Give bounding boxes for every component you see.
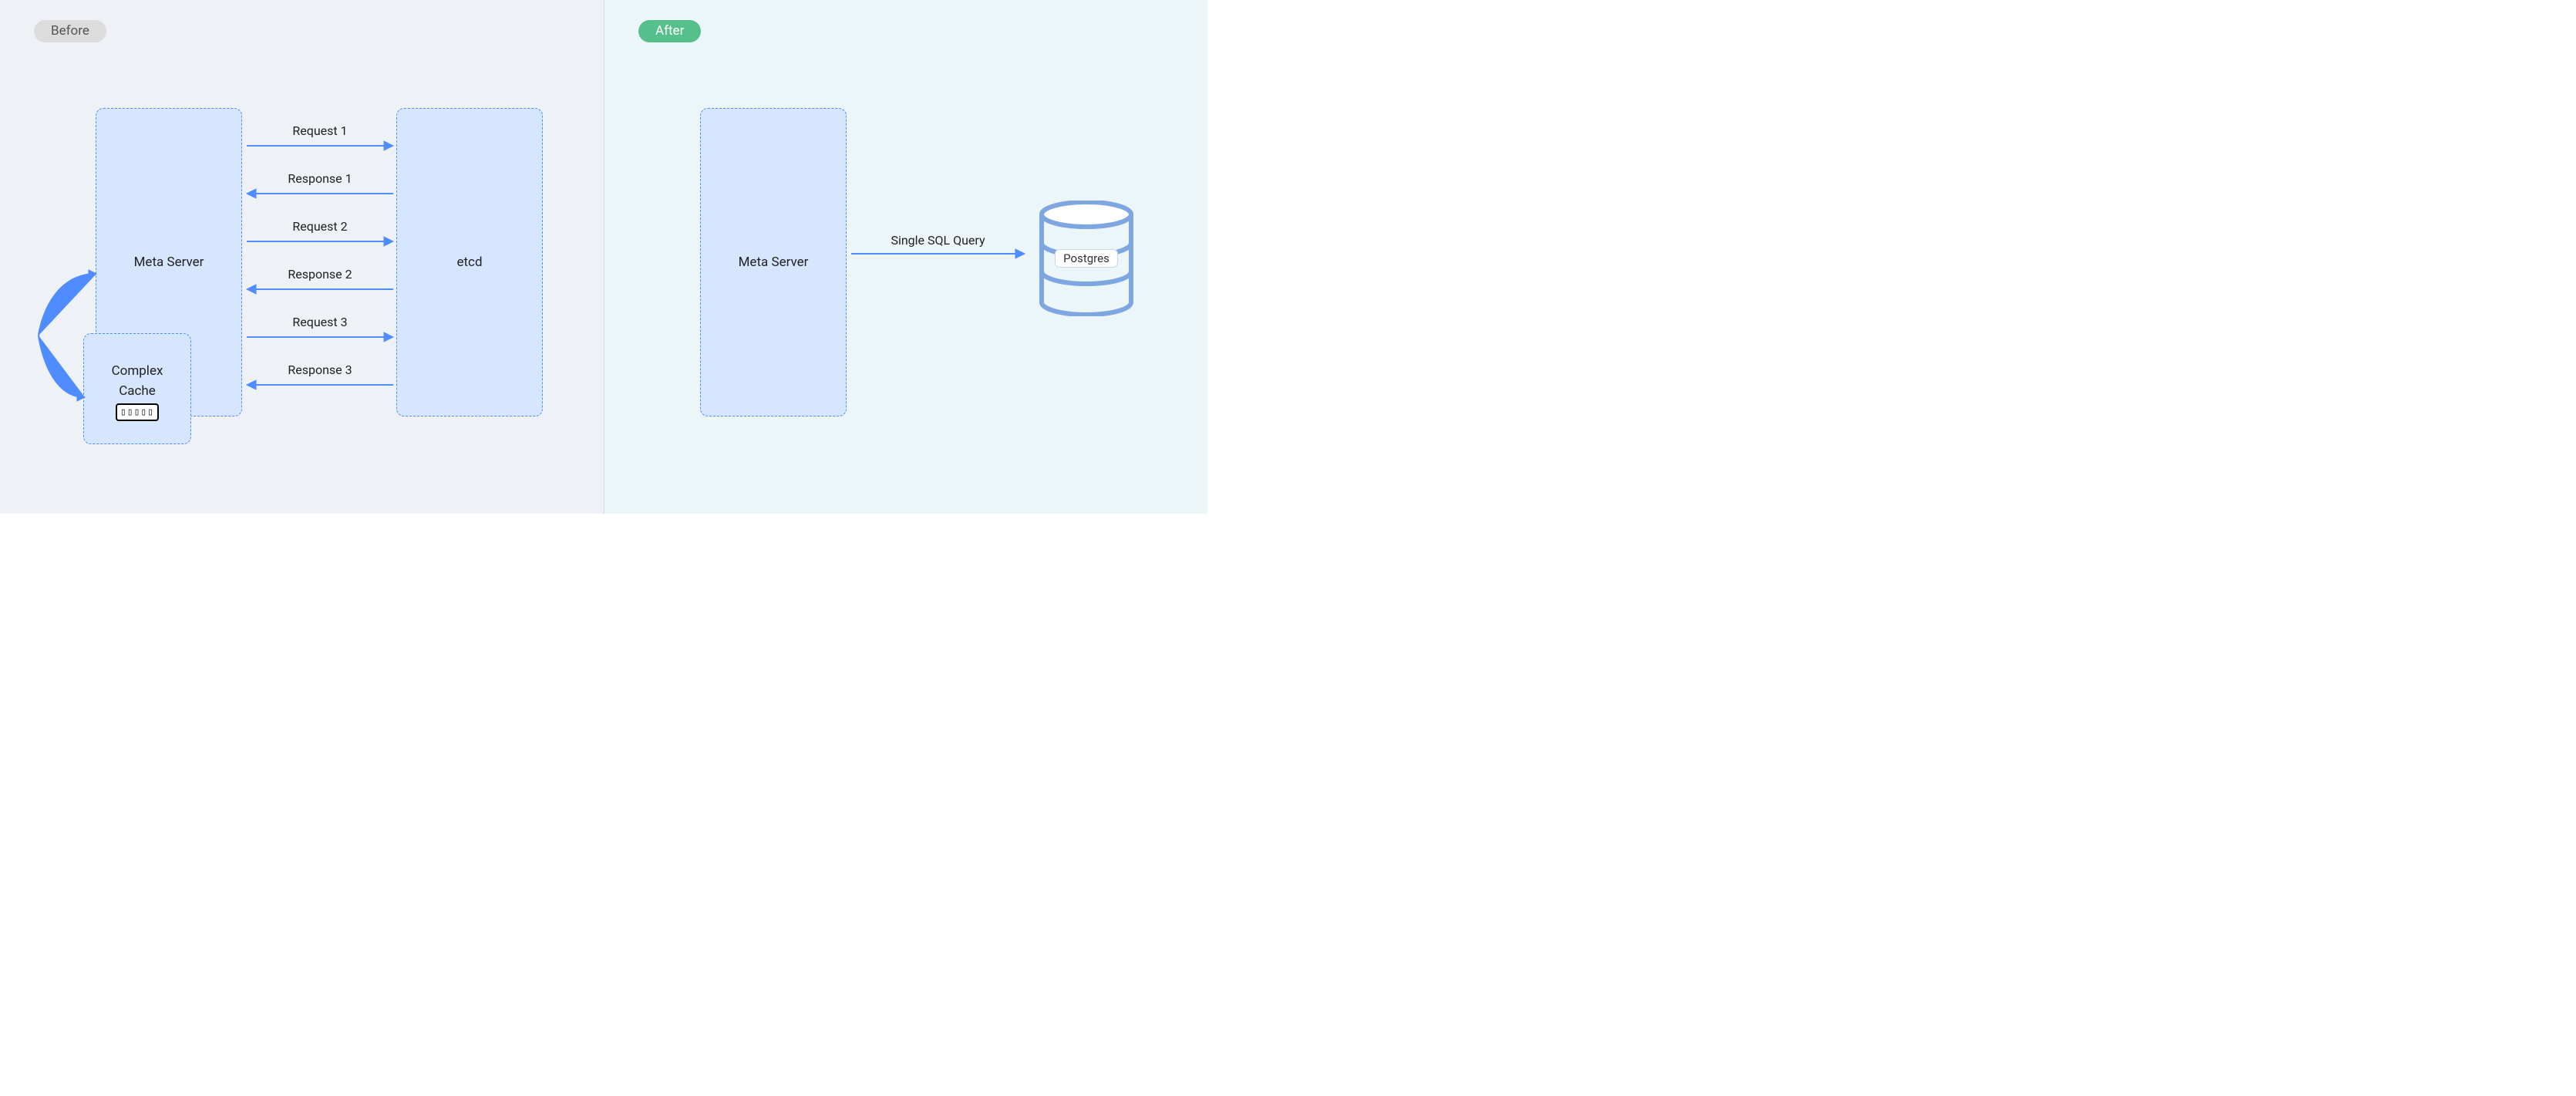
arrow-left-icon (247, 379, 393, 390)
arrow-right-icon (247, 140, 393, 150)
after-panel: After Meta Server Single SQL Query (604, 0, 1207, 514)
before-badge: Before (34, 20, 106, 42)
before-panel: Before Meta Server etcd Complex Cache ▯▯… (0, 0, 604, 514)
arrow-right-icon (247, 331, 393, 342)
message-arrow: Request 2 (247, 219, 393, 246)
single-sql-query-arrow: Single SQL Query (851, 233, 1025, 258)
etcd-label: etcd (456, 255, 482, 270)
message-label: Request 3 (292, 315, 347, 329)
message-label: Response 2 (288, 267, 352, 282)
diagram-canvas: Before Meta Server etcd Complex Cache ▯▯… (0, 0, 1207, 514)
cache-label-line2: Cache (119, 383, 156, 399)
meta-server-label-after: Meta Server (739, 255, 809, 270)
message-label: Response 3 (288, 363, 352, 377)
etcd-node: etcd (396, 108, 543, 416)
sql-query-label: Single SQL Query (891, 233, 985, 248)
postgres-db-node: Postgres (1036, 201, 1136, 316)
message-arrow: Response 1 (247, 171, 393, 198)
after-badge: After (638, 20, 701, 42)
cache-label-line1: Complex (112, 363, 163, 379)
message-arrow: Response 3 (247, 363, 393, 390)
postgres-label: Postgres (1055, 249, 1118, 268)
memory-icon: ▯▯▯▯▯ (116, 403, 159, 421)
message-label: Request 2 (292, 219, 347, 234)
meta-server-label: Meta Server (134, 255, 204, 270)
message-arrow: Request 1 (247, 123, 393, 150)
arrow-left-icon (247, 187, 393, 198)
message-arrow: Request 3 (247, 315, 393, 342)
arrow-right-icon (247, 235, 393, 246)
cache-loop-arrow (39, 270, 100, 401)
arrow-left-icon (247, 283, 393, 294)
message-label: Request 1 (292, 123, 347, 138)
message-label: Response 1 (288, 171, 352, 186)
meta-server-node-after: Meta Server (700, 108, 847, 416)
message-arrow: Response 2 (247, 267, 393, 294)
